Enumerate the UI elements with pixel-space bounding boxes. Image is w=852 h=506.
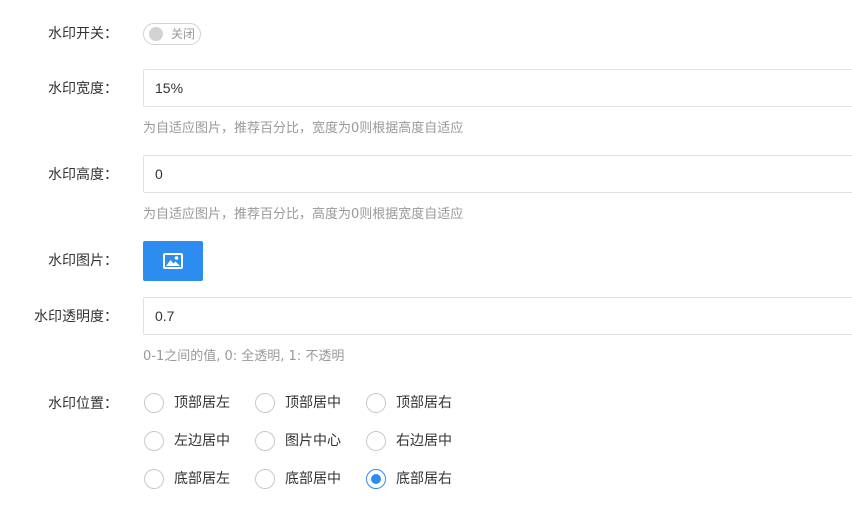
radio-circle bbox=[144, 469, 164, 489]
radio-circle bbox=[366, 431, 386, 451]
width-input[interactable] bbox=[143, 69, 852, 107]
width-label: 水印宽度： bbox=[48, 81, 118, 97]
radio-circle bbox=[255, 469, 275, 489]
upload-image-button[interactable] bbox=[143, 241, 203, 281]
radio-circle bbox=[255, 393, 275, 413]
opacity-hint: 0-1之间的值, 0: 全透明, 1: 不透明 bbox=[143, 349, 345, 364]
radio-label: 底部居左 bbox=[174, 471, 230, 487]
opacity-label: 水印透明度： bbox=[34, 309, 118, 325]
radio-circle bbox=[144, 393, 164, 413]
watermark-toggle[interactable]: 关闭 bbox=[143, 23, 201, 45]
radio-label: 右边居中 bbox=[396, 433, 452, 449]
image-icon bbox=[163, 253, 183, 269]
radio-circle bbox=[366, 469, 386, 489]
radio-circle bbox=[366, 393, 386, 413]
radio-circle bbox=[255, 431, 275, 451]
radio-dot bbox=[371, 474, 381, 484]
radio-label: 顶部居中 bbox=[285, 395, 341, 411]
toggle-knob bbox=[149, 27, 163, 41]
image-label: 水印图片： bbox=[48, 253, 118, 269]
position-label: 水印位置： bbox=[48, 396, 118, 412]
radio-label: 左边居中 bbox=[174, 433, 230, 449]
radio-label: 底部居中 bbox=[285, 471, 341, 487]
height-label: 水印高度： bbox=[48, 167, 118, 183]
height-input[interactable] bbox=[143, 155, 852, 193]
switch-label: 水印开关： bbox=[48, 26, 118, 42]
height-hint: 为自适应图片，推荐百分比，高度为0则根据宽度自适应 bbox=[143, 207, 464, 222]
radio-label: 底部居右 bbox=[396, 471, 452, 487]
radio-label: 图片中心 bbox=[285, 433, 341, 449]
radio-label: 顶部居右 bbox=[396, 395, 452, 411]
opacity-input[interactable] bbox=[143, 297, 852, 335]
radio-circle bbox=[144, 431, 164, 451]
radio-label: 顶部居左 bbox=[174, 395, 230, 411]
toggle-state-text: 关闭 bbox=[171, 27, 196, 41]
width-hint: 为自适应图片，推荐百分比，宽度为0则根据高度自适应 bbox=[143, 121, 464, 136]
